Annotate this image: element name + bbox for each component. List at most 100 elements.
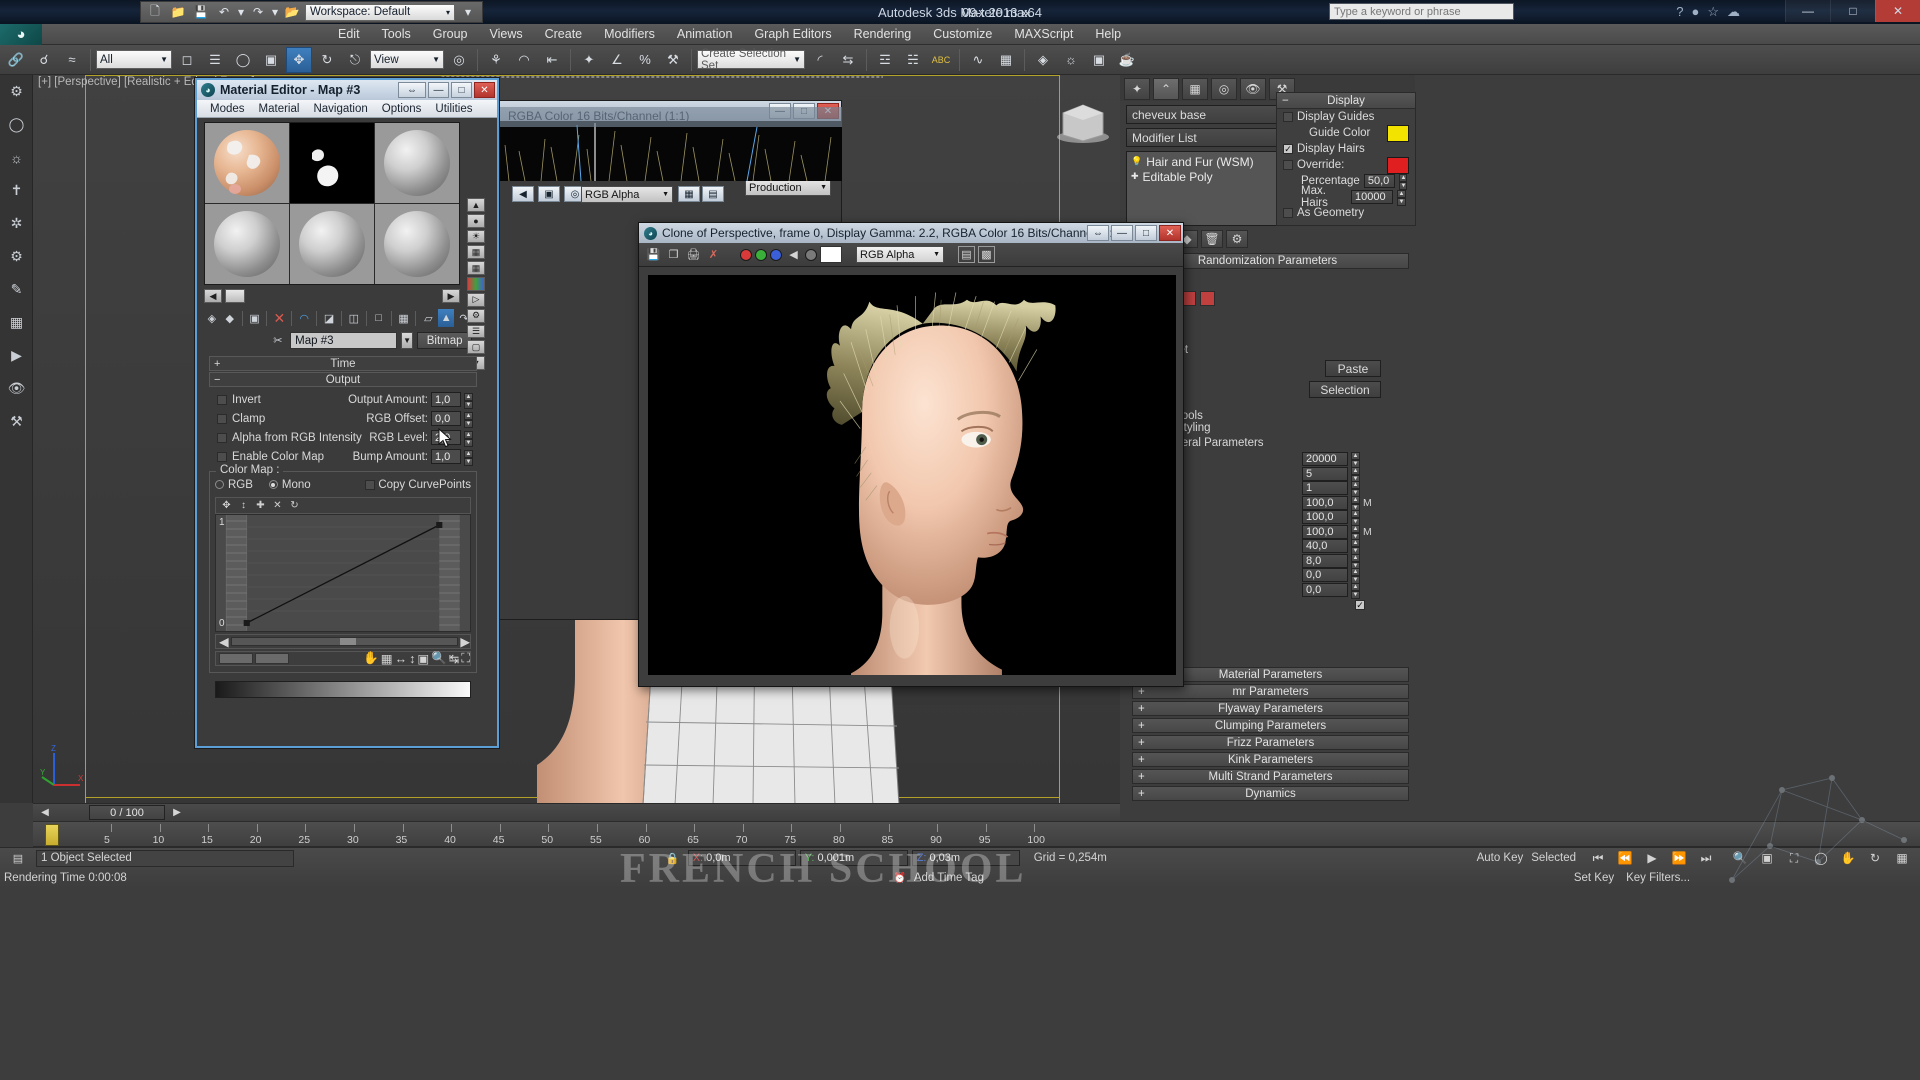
display-checkbox[interactable]: ✓: [1283, 144, 1293, 154]
alpha-from-rgb-checkbox[interactable]: [217, 432, 227, 443]
create-tab[interactable]: ✦: [1124, 78, 1150, 100]
move-point-icon[interactable]: ✥: [219, 499, 234, 513]
paste-button[interactable]: Paste: [1325, 360, 1381, 377]
close-button[interactable]: ✕: [1875, 0, 1920, 22]
show-map-in-viewport-icon[interactable]: ▦: [396, 309, 412, 327]
schematic-view-icon[interactable]: ▦: [993, 47, 1019, 73]
set-key-label[interactable]: Set Key: [1574, 872, 1614, 884]
sample-slot-4[interactable]: [205, 204, 289, 284]
maximize-button[interactable]: □: [1135, 225, 1157, 241]
track-bar-next-icon[interactable]: ▶: [169, 806, 185, 820]
close-button[interactable]: ✕: [474, 82, 495, 98]
curve-value-field-2[interactable]: [255, 653, 289, 664]
new-file-icon[interactable]: 🗋: [145, 3, 165, 21]
display-spinner-value[interactable]: 50,0: [1363, 174, 1396, 188]
menu-item-modes[interactable]: Modes: [203, 103, 252, 115]
qat-overflow-icon[interactable]: ▾: [458, 3, 478, 21]
project-folder-icon[interactable]: 📂: [282, 3, 302, 21]
display-spinner-buttons[interactable]: ▲ ▼: [1399, 174, 1408, 190]
rollout-clumping-parameters[interactable]: + Clumping Parameters: [1132, 718, 1409, 733]
menu-item-help[interactable]: Help: [1084, 24, 1132, 45]
unlink-icon[interactable]: ☌: [31, 47, 57, 73]
open-file-icon[interactable]: 📁: [168, 3, 188, 21]
menu-item-create[interactable]: Create: [534, 24, 594, 45]
options-icon[interactable]: ⚙: [467, 308, 485, 323]
reset-material-icon[interactable]: ✕: [271, 309, 287, 327]
motion-tool-icon[interactable]: ▶: [0, 339, 33, 372]
general-param-value[interactable]: 5: [1302, 466, 1348, 481]
background-icon[interactable]: ▦: [467, 245, 485, 260]
general-param-value[interactable]: 100,0: [1302, 510, 1348, 525]
material-editor-icon[interactable]: ◈: [1030, 47, 1056, 73]
sample-slot-6[interactable]: [375, 204, 459, 284]
output-amount-spinner[interactable]: ▲ ▼: [464, 392, 473, 409]
production-mode-dropdown[interactable]: Production ▼: [745, 179, 831, 196]
open-mini-curve-editor-icon[interactable]: ◀: [37, 806, 53, 820]
sample-type-icon[interactable]: ●: [467, 213, 485, 228]
rollout-dynamics[interactable]: + Dynamics: [1132, 786, 1409, 801]
modify-tool-icon[interactable]: ✎: [0, 273, 33, 306]
zoom-icon[interactable]: 🔍: [431, 651, 447, 666]
general-param-value[interactable]: 1: [1302, 481, 1348, 496]
general-param-value[interactable]: 0,0: [1302, 582, 1348, 597]
utilities-tool-icon[interactable]: ⚒: [0, 405, 33, 438]
frame-horizontal-icon[interactable]: ↹: [449, 651, 459, 666]
general-param-spinner[interactable]: ▲ ▼: [1351, 481, 1360, 498]
maximize-button[interactable]: □: [1830, 0, 1875, 22]
menu-item-tools[interactable]: Tools: [371, 24, 422, 45]
menu-item-navigation[interactable]: Navigation: [306, 103, 374, 115]
spinner-snap-icon[interactable]: ⚒: [660, 47, 686, 73]
dock-view-icon[interactable]: ▦: [678, 186, 700, 202]
curve-editor-icon[interactable]: ∿: [965, 47, 991, 73]
expand-icon[interactable]: ✚: [1131, 171, 1139, 182]
display-rollout-header[interactable]: − Display: [1277, 93, 1415, 109]
strand-subobject-icon[interactable]: [1200, 291, 1215, 306]
copy-bitmap-icon[interactable]: ❐: [665, 246, 682, 263]
create-tool-icon[interactable]: ⚙: [0, 75, 33, 108]
workspace-selector[interactable]: Workspace: Default ▾: [305, 3, 455, 21]
save-file-icon[interactable]: 💾: [191, 3, 211, 21]
scroll-left-icon[interactable]: ◀: [219, 634, 229, 649]
previous-frame-icon[interactable]: ⏪: [1613, 846, 1637, 870]
display-spinner-value[interactable]: 10000: [1351, 190, 1393, 204]
app-logo-icon[interactable]: ◕: [0, 23, 42, 45]
invert-checkbox[interactable]: [217, 394, 227, 405]
rollout-flyaway-parameters[interactable]: + Flyaway Parameters: [1132, 701, 1409, 716]
display-spinner-buttons[interactable]: ▲ ▼: [1397, 190, 1406, 206]
scroll-up-icon[interactable]: ▲: [467, 198, 485, 212]
undo-icon[interactable]: ↶: [214, 3, 234, 21]
curve-scroll-bar[interactable]: ◀ ▶: [215, 634, 471, 649]
selection-filter-dropdown[interactable]: All ▼: [96, 50, 172, 69]
general-param-value[interactable]: 20000: [1302, 452, 1348, 467]
map-name-dropdown-icon[interactable]: ▼: [400, 332, 414, 349]
help-icon[interactable]: ?: [1676, 3, 1683, 20]
mirror-tool-icon[interactable]: ◜: [807, 47, 833, 73]
mono-channel-icon[interactable]: [805, 248, 817, 261]
menu-item-group[interactable]: Group: [422, 24, 479, 45]
video-color-check-icon[interactable]: [467, 277, 485, 291]
graphite-modeling-icon[interactable]: ☵: [900, 47, 926, 73]
menu-item-customize[interactable]: Customize: [922, 24, 1003, 45]
general-param-spinner[interactable]: ▲ ▼: [1351, 452, 1360, 469]
selected-filter-label[interactable]: Selected: [1531, 852, 1576, 864]
hierarchy-tool-icon[interactable]: ▦: [0, 306, 33, 339]
play-animation-icon[interactable]: ▶: [1640, 846, 1664, 870]
minimize-button[interactable]: —: [1111, 225, 1133, 241]
delete-point-icon[interactable]: ✕: [270, 499, 285, 513]
material-id-icon[interactable]: ▢: [467, 340, 485, 355]
display-color-swatch[interactable]: [1387, 124, 1409, 142]
sample-slot-2[interactable]: [290, 123, 374, 203]
current-frame-display[interactable]: 0 / 100: [89, 805, 165, 820]
map-name-field[interactable]: Map #3: [290, 332, 397, 349]
sample-uv-tiling-icon[interactable]: ▦: [467, 261, 485, 276]
sample-swatch[interactable]: [225, 289, 245, 303]
rendered-frame-window-icon[interactable]: ▣: [1086, 47, 1112, 73]
make-preview-icon[interactable]: ▷: [467, 292, 485, 307]
frame-all-icon[interactable]: ⛶: [461, 651, 470, 666]
prev-frame-icon[interactable]: ◀: [512, 186, 534, 202]
select-region-icon[interactable]: ◯: [230, 47, 256, 73]
time-slider-handle[interactable]: [45, 824, 59, 846]
render-channel-dropdown[interactable]: RGB Alpha ▼: [581, 186, 673, 203]
named-selection-icon[interactable]: ⚘: [483, 47, 509, 73]
systems-tool-icon[interactable]: ⚙: [0, 240, 33, 273]
